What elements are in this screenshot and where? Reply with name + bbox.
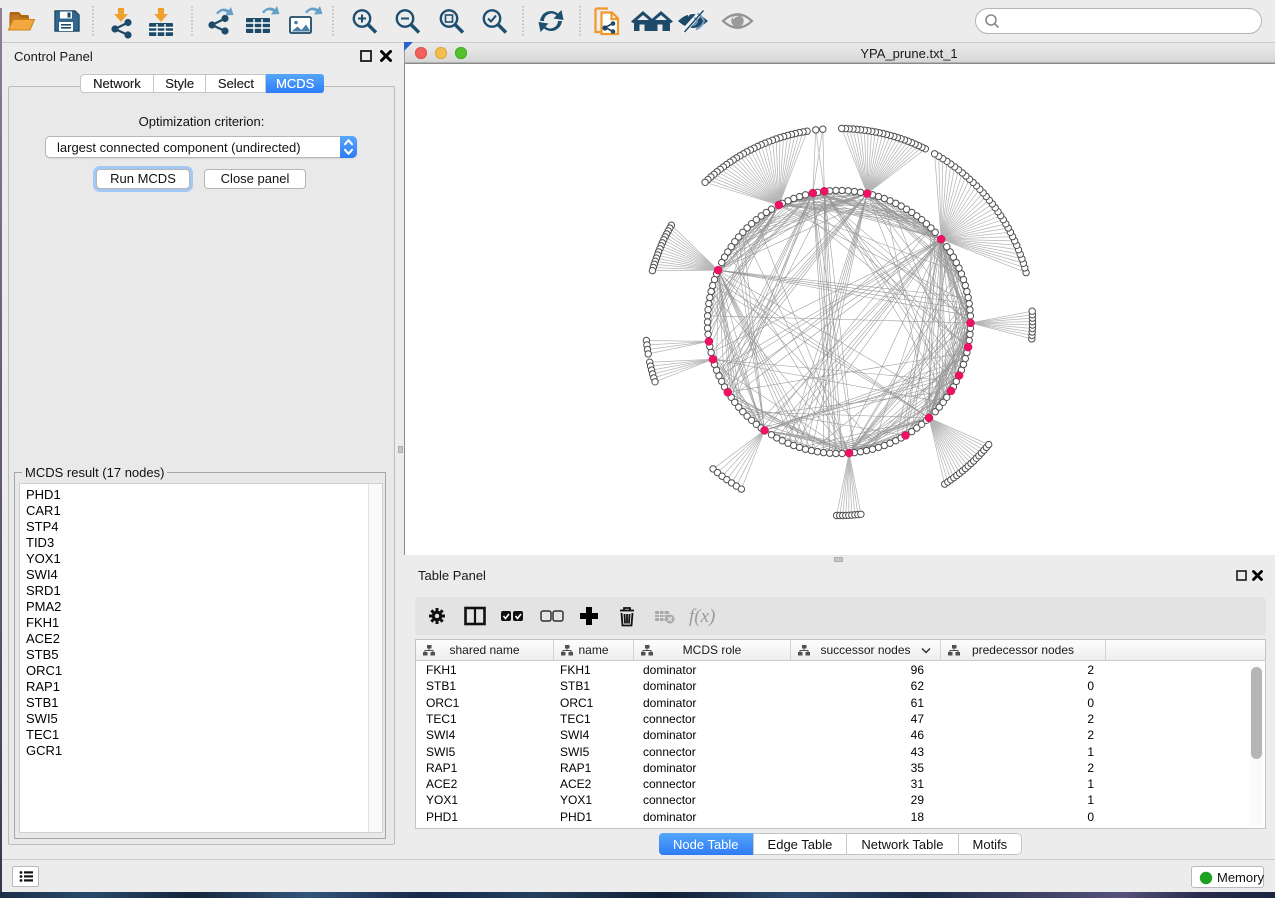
svg-text:f(x): f(x) — [689, 606, 715, 627]
